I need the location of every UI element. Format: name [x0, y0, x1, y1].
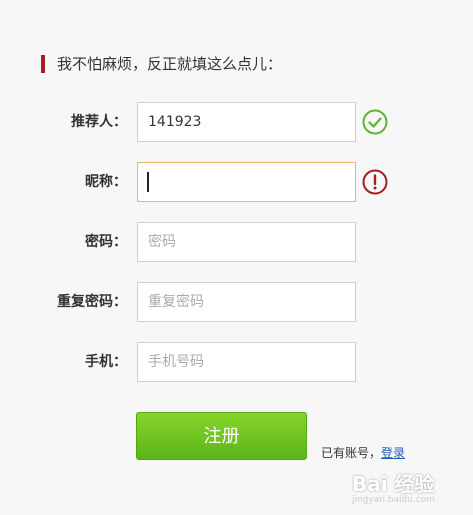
- confirm-password-row: 重复密码：: [0, 282, 473, 322]
- watermark-url: jingyan.baidu.com: [352, 495, 436, 505]
- baidu-jingyan-watermark: Bai 经验 jingyan.baidu.com: [352, 468, 468, 508]
- login-hint-text: 已有账号，: [321, 446, 382, 460]
- register-button[interactable]: 注册: [136, 412, 307, 460]
- form-heading: 我不怕麻烦，反正就填这么点儿：: [41, 53, 282, 74]
- error-icon: [362, 169, 388, 195]
- phone-row: 手机：: [0, 342, 473, 382]
- confirm-password-label: 重复密码：: [57, 294, 127, 310]
- password-row: 密码：: [0, 222, 473, 262]
- check-icon: [362, 109, 388, 135]
- referrer-label: 推荐人：: [71, 114, 127, 130]
- referrer-input[interactable]: [137, 102, 356, 142]
- nickname-row: 昵称：: [0, 162, 473, 202]
- login-hint: 已有账号，登录: [321, 444, 405, 461]
- referrer-row: 推荐人：: [0, 102, 473, 142]
- text-caret: [147, 172, 149, 192]
- watermark-logo: Bai 经验: [352, 472, 435, 496]
- password-label: 密码：: [85, 234, 127, 250]
- nickname-input[interactable]: [137, 162, 356, 202]
- nickname-label: 昵称：: [85, 174, 127, 190]
- heading-accent-bar: [41, 54, 45, 73]
- confirm-password-input[interactable]: [137, 282, 356, 322]
- phone-label: 手机：: [85, 354, 127, 370]
- phone-input[interactable]: [137, 342, 356, 382]
- password-input[interactable]: [137, 222, 356, 262]
- heading-text: 我不怕麻烦，反正就填这么点儿：: [57, 55, 283, 73]
- login-link[interactable]: 登录: [381, 446, 405, 460]
